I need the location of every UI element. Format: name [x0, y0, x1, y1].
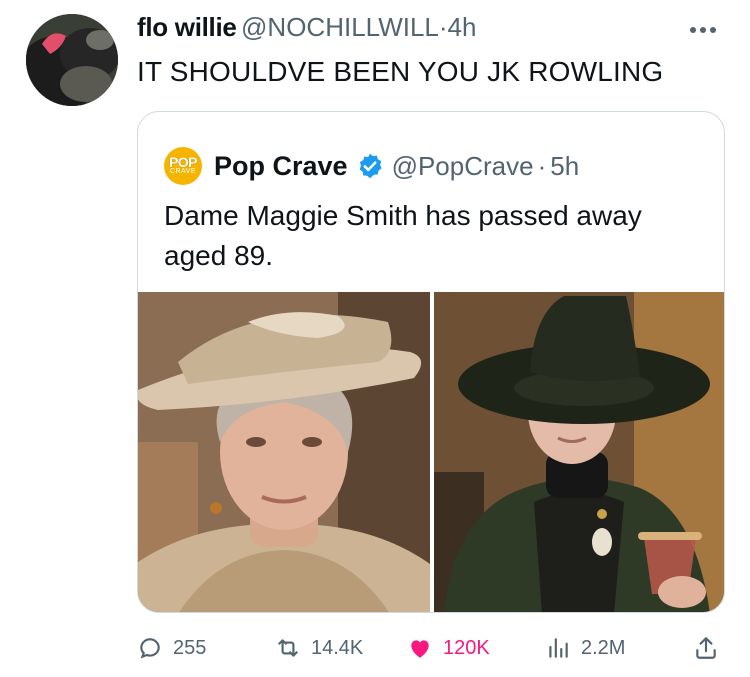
pop-crave-logo[interactable]: POP CRAVE — [164, 147, 202, 185]
quoted-tweet-text: Dame Maggie Smith has passed away aged 8… — [164, 200, 642, 271]
photo-right[interactable] — [434, 292, 724, 612]
like-count: 120K — [443, 636, 490, 659]
avatar-image — [26, 14, 118, 106]
quoted-tweet-card[interactable]: POP CRAVE Pop Crave @PopCrave · 5h Dame Ma… — [137, 111, 725, 613]
quoted-tweet-header: POP CRAVE Pop Crave @PopCrave · 5h — [164, 146, 579, 186]
tweet-text: IT SHOULDVE BEEN YOU JK ROWLING — [137, 56, 664, 87]
media-grid — [138, 292, 724, 612]
share-icon — [696, 637, 716, 659]
display-name[interactable]: flo willie — [137, 12, 237, 42]
logo-text-crave: CRAVE — [169, 168, 197, 175]
share-button[interactable] — [693, 630, 719, 666]
quoted-separator-dot: · — [537, 150, 547, 181]
like-button[interactable]: 120K — [407, 630, 490, 666]
view-count: 2.2M — [581, 636, 626, 659]
heart-icon — [411, 640, 429, 658]
photo-left[interactable] — [138, 292, 430, 612]
reply-button[interactable]: 255 — [137, 630, 206, 666]
reply-icon — [140, 638, 160, 659]
quoted-display-name[interactable]: Pop Crave — [214, 151, 348, 182]
quoted-user-handle[interactable]: @PopCrave — [392, 151, 534, 182]
repost-count: 14.4K — [311, 636, 364, 659]
more-options-icon[interactable] — [683, 20, 723, 40]
tweet-header: flo willie @NOCHILLWILL·4h — [137, 12, 727, 48]
verified-badge-icon — [359, 153, 382, 179]
views-button[interactable]: 2.2M — [545, 630, 625, 666]
separator-dot: · — [438, 12, 448, 42]
quoted-timestamp[interactable]: 5h — [550, 151, 579, 182]
reply-count: 255 — [173, 636, 207, 659]
analytics-icon — [549, 638, 568, 658]
action-bar: 255 14.4K 120K 2.2M — [137, 630, 727, 666]
repost-button[interactable]: 14.4K — [275, 630, 363, 666]
user-handle[interactable]: @NOCHILLWILL — [241, 12, 439, 42]
timestamp[interactable]: 4h — [448, 12, 477, 42]
avatar[interactable] — [26, 14, 118, 106]
logo-text-pop: POP — [168, 154, 198, 170]
repost-icon — [278, 639, 298, 657]
